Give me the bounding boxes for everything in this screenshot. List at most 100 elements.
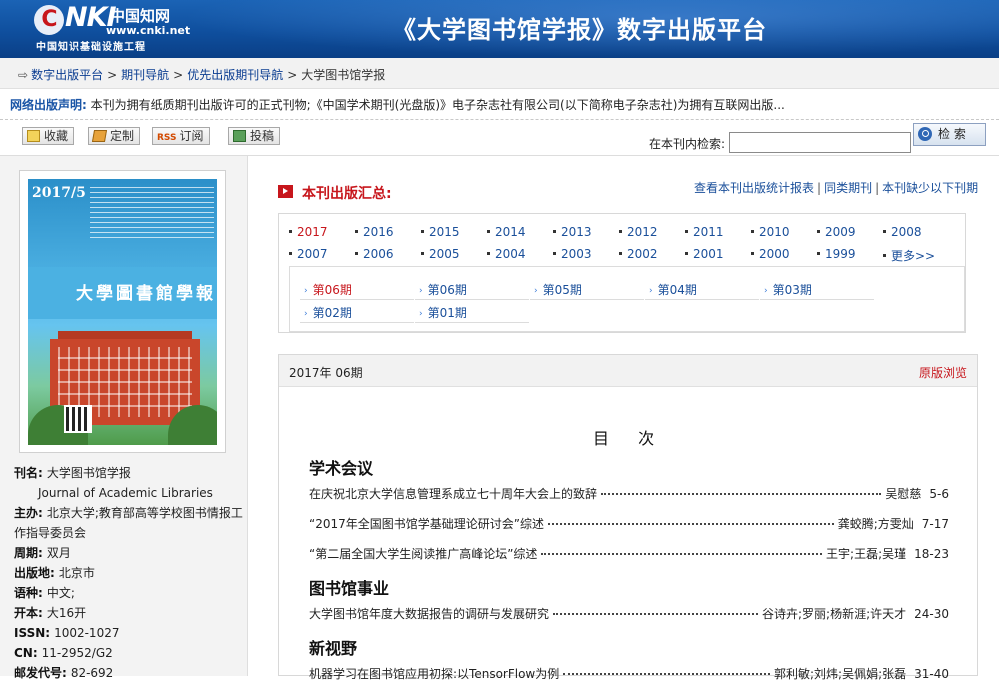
year-link[interactable]: 2017 — [289, 225, 328, 239]
journal-cover-image[interactable]: 2017/5 大學圖書館學報 — [28, 179, 217, 445]
period-bullet-icon: › — [304, 286, 308, 296]
breadcrumb-link-platform[interactable]: 数字出版平台 — [31, 68, 103, 82]
breadcrumb-link-journal-nav[interactable]: 期刊导航 — [121, 68, 169, 82]
period-link[interactable]: › 第03期 — [760, 276, 874, 300]
year-link[interactable]: 2003 — [553, 247, 592, 261]
toc-bar: 2017年 06期 原版浏览 — [279, 355, 977, 387]
period-link[interactable]: › 第01期 — [415, 299, 529, 323]
period-link[interactable]: › 第04期 — [645, 276, 759, 300]
toc-heading: 目 次 — [593, 429, 667, 448]
period-bullet-icon: › — [764, 286, 768, 296]
breadcrumb: ⇨ 数字出版平台 > 期刊导航 > 优先出版期刊导航 > 大学图书馆学报 — [0, 58, 999, 89]
period-link[interactable]: › 第06期 — [415, 276, 529, 300]
period-bullet-icon: › — [304, 309, 308, 319]
year-link[interactable]: 2010 — [751, 225, 790, 239]
info-place: 出版地: 北京市 — [14, 566, 95, 580]
breadcrumb-separator: > — [173, 68, 184, 82]
info-english-title: Journal of Academic Libraries — [38, 486, 213, 500]
article-title-link[interactable]: “2017年全国图书馆学基础理论研讨会”综述 — [309, 515, 544, 532]
search-button-label: 检 索 — [938, 127, 966, 141]
toc-section-title: 图书馆事业 — [309, 579, 390, 598]
customize-label: 定制 — [110, 129, 135, 143]
toc-article-row: 机器学习在图书馆应用初探:以TensorFlow为例 郭利敏;刘炜;吴佩娟;张磊 3… — [309, 665, 949, 683]
cnki-logo[interactable]: C NKI 中国知网 www.cnki.net 中国知识基础设施工程 — [34, 3, 190, 53]
info-postal-code: 邮发代号: 82-692 — [14, 666, 114, 680]
year-label: 2002 — [627, 247, 658, 261]
breadcrumb-link-priority-nav[interactable]: 优先出版期刊导航 — [187, 68, 283, 82]
year-link[interactable]: 2001 — [685, 247, 724, 261]
period-link[interactable]: › 第02期 — [300, 299, 414, 323]
year-link[interactable]: 1999 — [817, 247, 856, 261]
year-label: 2006 — [363, 247, 394, 261]
period-link[interactable]: › 第05期 — [530, 276, 644, 300]
journal-sidebar: 2017/5 大學圖書館學報 刊名: 大学图书馆学报 Journal of Aca… — [0, 156, 248, 680]
info-title: 刊名: 大学图书馆学报 — [14, 466, 131, 480]
period-label: 第02期 — [312, 306, 352, 320]
bullet-icon — [619, 252, 622, 255]
year-label: 更多>> — [891, 249, 936, 263]
year-link[interactable]: 2013 — [553, 225, 592, 239]
article-title-link[interactable]: 大学图书馆年度大数据报告的调研与发展研究 — [309, 605, 549, 622]
year-link[interactable]: 2000 — [751, 247, 790, 261]
info-cn: CN: 11-2952/G2 — [14, 646, 113, 660]
year-link[interactable]: 2007 — [289, 247, 328, 261]
bullet-icon — [883, 230, 886, 233]
year-label: 2015 — [429, 225, 460, 239]
bullet-icon — [817, 252, 820, 255]
toc-section-title: 学术会议 — [309, 459, 374, 478]
article-title-link[interactable]: “第二届全国大学生阅读推广高峰论坛”综述 — [309, 545, 537, 562]
similar-journals-link[interactable]: 同类期刊 — [824, 181, 872, 195]
submit-manuscript-button[interactable]: 投稿 — [228, 127, 281, 145]
year-link[interactable]: 2012 — [619, 225, 658, 239]
article-title-link[interactable]: 机器学习在图书馆应用初探:以TensorFlow为例 — [309, 665, 559, 682]
year-link[interactable]: 2011 — [685, 225, 724, 239]
year-link[interactable]: 2015 — [421, 225, 460, 239]
period-label: 第04期 — [657, 283, 697, 297]
cover-frame: 2017/5 大學圖書館學報 — [19, 170, 226, 453]
article-pages: 7-17 — [921, 517, 949, 531]
year-label: 2003 — [561, 247, 592, 261]
breadcrumb-separator: > — [287, 68, 298, 82]
article-title-link[interactable]: 在庆祝北京大学信息管理系成立七十周年大会上的致辞 — [309, 485, 597, 502]
year-label: 2005 — [429, 247, 460, 261]
summary-links: 查看本刊出版统计报表 | 同类期刊 | 本刊缺少以下刊期 — [694, 181, 979, 195]
year-link[interactable]: 更多>> — [883, 247, 935, 264]
search-input[interactable] — [729, 132, 911, 153]
site-title: 《大学图书馆学报》数字出版平台 — [392, 15, 767, 44]
dotted-leader — [541, 553, 823, 555]
article-authors: 王宇;王磊;吴瑾 — [826, 547, 907, 561]
missing-issues-link[interactable]: 本刊缺少以下刊期 — [882, 181, 978, 195]
notice-label: 网络出版声明: — [10, 98, 87, 112]
period-bullet-icon: › — [534, 286, 538, 296]
period-link[interactable]: › 第06期 — [300, 276, 414, 300]
year-link[interactable]: 2005 — [421, 247, 460, 261]
article-pages: 18-23 — [914, 547, 949, 561]
article-authors: 龚蛟腾;方雯灿 — [837, 517, 914, 531]
year-link[interactable]: 2006 — [355, 247, 394, 261]
info-sponsor: 主办: 北京大学;教育部高等学校图书情报工作指导委员会 — [14, 506, 243, 540]
submit-label: 投稿 — [250, 129, 275, 143]
subscribe-button[interactable]: RSS 订阅 — [152, 127, 210, 145]
bullet-icon — [487, 230, 490, 233]
period-label: 第01期 — [427, 306, 467, 320]
stats-report-link[interactable]: 查看本刊出版统计报表 — [694, 181, 814, 195]
cover-year: 2017/5 — [32, 185, 86, 201]
search-button[interactable]: 检 索 — [913, 123, 986, 146]
favorite-button[interactable]: 收藏 — [22, 127, 75, 145]
bullet-icon — [619, 230, 622, 233]
year-link[interactable]: 2009 — [817, 225, 856, 239]
customize-button[interactable]: 定制 — [88, 127, 141, 145]
table-of-contents-panel: 2017年 06期 原版浏览 目 次 学术会议在庆祝北京大学信息管理系成立七十周… — [278, 354, 978, 681]
year-link[interactable]: 2014 — [487, 225, 526, 239]
logo-subtitle: 中国知识基础设施工程 — [36, 42, 146, 53]
year-link[interactable]: 2016 — [355, 225, 394, 239]
year-link[interactable]: 2002 — [619, 247, 658, 261]
issue-archive-box: 2017 2016 2015 2014 2013 2012 2011 2010 2009 2008… — [278, 213, 966, 333]
period-bullet-icon: › — [419, 309, 423, 319]
info-frequency: 周期: 双月 — [14, 546, 71, 560]
original-view-link[interactable]: 原版浏览 — [919, 364, 967, 381]
year-link[interactable]: 2008 — [883, 225, 922, 239]
current-issue-label: 2017年 06期 — [289, 366, 363, 380]
year-link[interactable]: 2004 — [487, 247, 526, 261]
notice-text[interactable]: 本刊为拥有纸质期刊出版许可的正式刊物;《中国学术期刊(光盘版)》电子杂志社有限公… — [91, 98, 785, 112]
